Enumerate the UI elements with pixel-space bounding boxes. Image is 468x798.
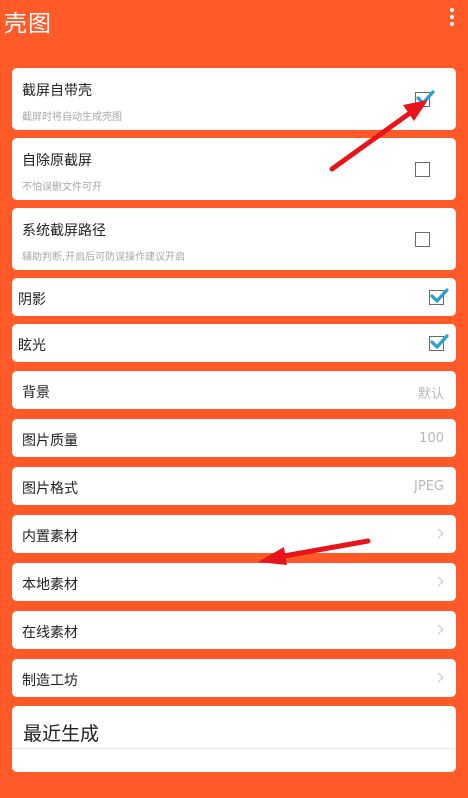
recent-section: 最近生成 — [12, 706, 456, 772]
chevron-right-icon — [433, 672, 444, 683]
setting-value: JPEG — [414, 479, 444, 494]
check-icon — [430, 334, 449, 349]
setting-subtitle: 辅助判断,开启后可防误操作建议开启 — [22, 252, 186, 263]
app-bar: 壳图 — [0, 0, 468, 40]
auto-frame-checkbox[interactable] — [415, 90, 435, 107]
chevron-right-icon — [433, 624, 444, 635]
setting-value: 默认 — [417, 387, 444, 402]
recent-title: 最近生成 — [23, 723, 100, 745]
setting-value: 100 — [419, 431, 444, 446]
setting-system-path[interactable]: 系统截屏路径 辅助判断,开启后可防误操作建议开启 — [12, 208, 456, 270]
check-icon — [416, 90, 435, 105]
setting-background[interactable]: 背景 默认 — [12, 371, 456, 409]
nav-title: 在线素材 — [22, 625, 78, 641]
setting-title: 图片格式 — [22, 481, 78, 497]
setting-title: 截屏自带壳 — [22, 83, 92, 99]
nav-local-assets[interactable]: 本地素材 — [12, 563, 456, 601]
nav-workshop[interactable]: 制造工坊 — [12, 659, 456, 697]
glare-checkbox[interactable] — [429, 334, 449, 351]
setting-title: 阴影 — [18, 292, 46, 308]
setting-title: 系统截屏路径 — [22, 223, 106, 239]
check-icon — [430, 288, 449, 303]
setting-glare[interactable]: 眩光 — [12, 324, 456, 362]
nav-title: 本地素材 — [22, 577, 78, 593]
setting-title: 背景 — [22, 385, 50, 401]
more-vert-icon[interactable] — [446, 8, 458, 34]
nav-title: 内置素材 — [22, 529, 78, 545]
setting-auto-frame[interactable]: 截屏自带壳 截屏时将自动生成壳图 — [12, 68, 456, 130]
setting-subtitle: 不怕误删文件可开 — [22, 182, 102, 193]
nav-builtin-assets[interactable]: 内置素材 — [12, 515, 456, 553]
system-path-checkbox[interactable] — [415, 232, 430, 247]
setting-title: 图片质量 — [22, 433, 78, 449]
chevron-right-icon — [433, 576, 444, 587]
setting-subtitle: 截屏时将自动生成壳图 — [22, 112, 122, 123]
shadow-checkbox[interactable] — [429, 288, 449, 305]
chevron-right-icon — [433, 528, 444, 539]
divider — [12, 748, 456, 749]
setting-title: 自除原截屏 — [22, 153, 92, 169]
setting-image-quality[interactable]: 图片质量 100 — [12, 419, 456, 457]
delete-original-checkbox[interactable] — [415, 162, 430, 177]
app-title: 壳图 — [4, 11, 52, 37]
setting-delete-original[interactable]: 自除原截屏 不怕误删文件可开 — [12, 138, 456, 200]
setting-shadow[interactable]: 阴影 — [12, 278, 456, 316]
nav-title: 制造工坊 — [22, 673, 78, 689]
nav-online-assets[interactable]: 在线素材 — [12, 611, 456, 649]
setting-image-format[interactable]: 图片格式 JPEG — [12, 467, 456, 505]
setting-title: 眩光 — [18, 338, 46, 354]
